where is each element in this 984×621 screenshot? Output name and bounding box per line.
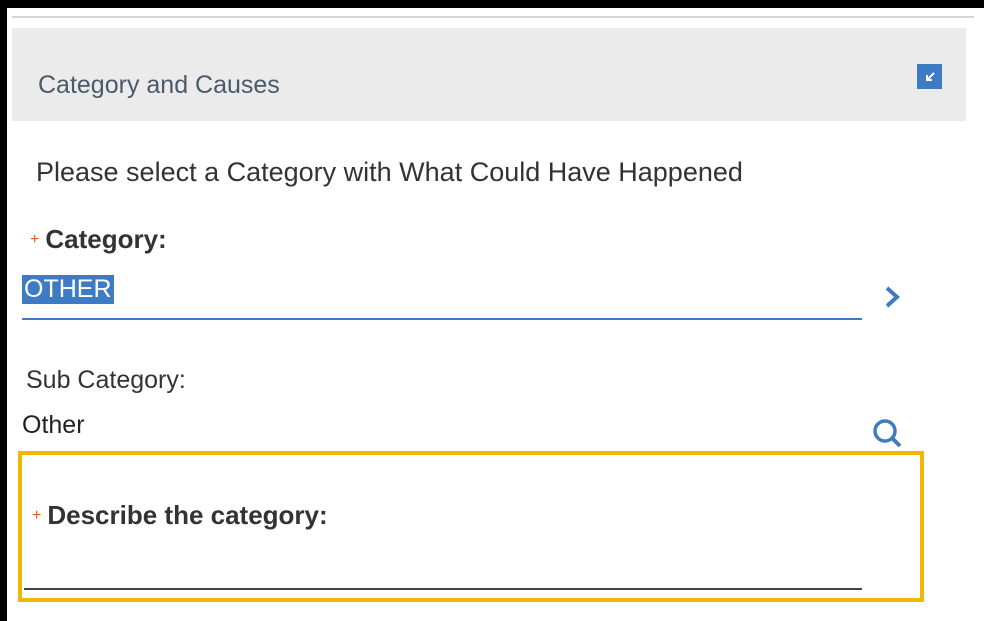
panel-header: Category and Causes <box>12 28 966 121</box>
required-marker: + <box>30 231 40 248</box>
panel-title: Category and Causes <box>38 71 280 99</box>
collapse-arrow-icon <box>925 71 935 81</box>
collapse-button[interactable] <box>917 64 942 89</box>
sub-category-label: Sub Category: <box>26 366 186 394</box>
instructions-text: Please select a Category with What Could… <box>36 157 743 187</box>
category-input-underline <box>22 318 862 320</box>
describe-category-label: + Describe the category: <box>32 500 328 530</box>
category-label: + Category: <box>30 224 167 254</box>
describe-category-input[interactable] <box>24 588 862 590</box>
sub-category-value[interactable]: Other <box>22 411 85 440</box>
chevron-right-icon[interactable] <box>878 282 908 312</box>
divider <box>12 16 974 18</box>
category-input[interactable]: OTHER <box>22 275 114 304</box>
required-marker: + <box>32 507 42 524</box>
